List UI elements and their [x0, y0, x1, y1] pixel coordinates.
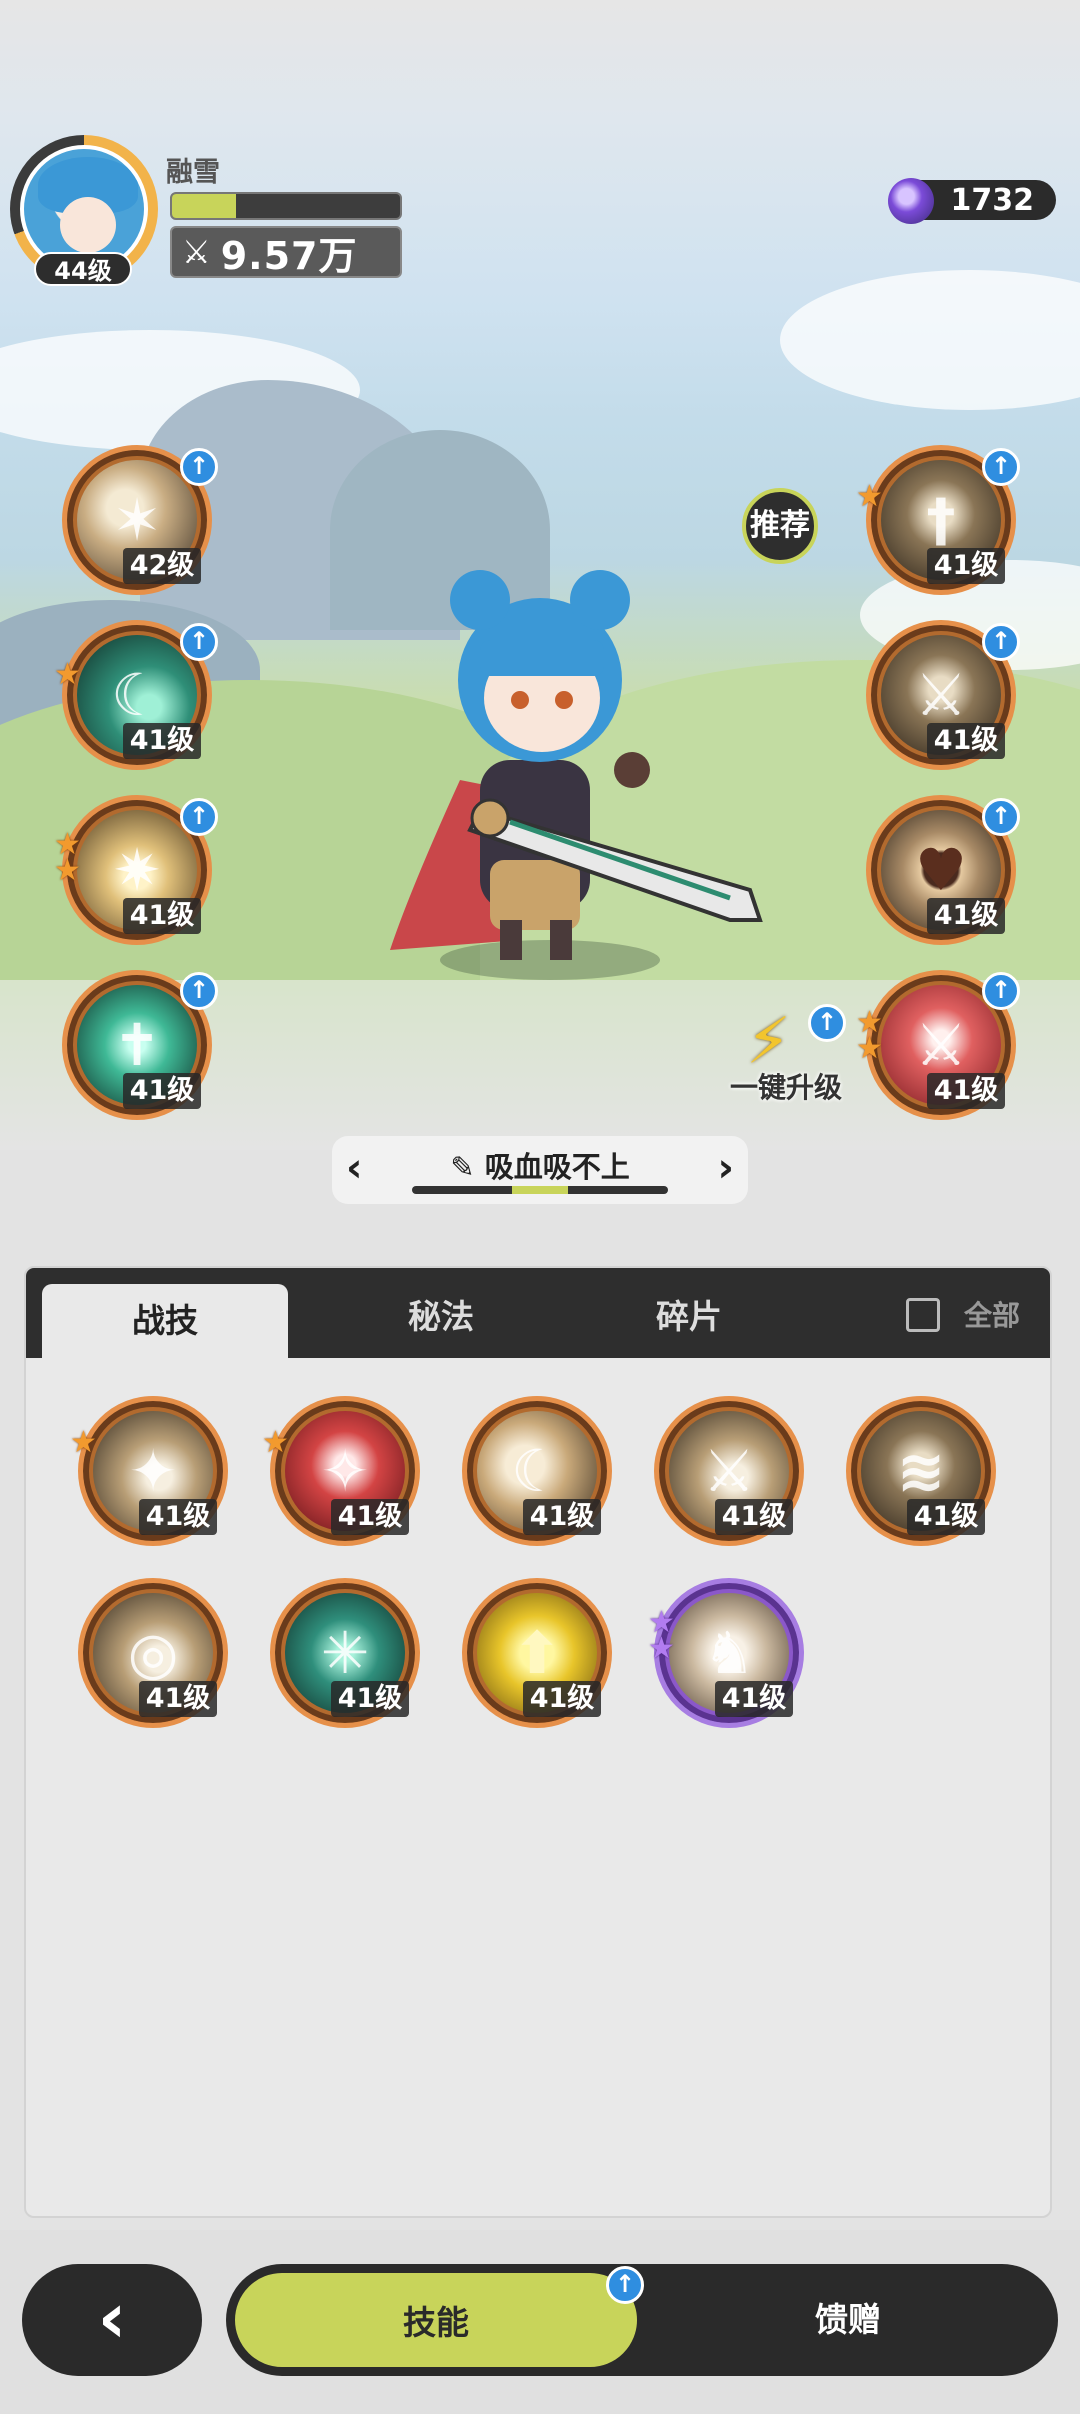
player-name: 融雪 [166, 157, 220, 188]
chevron-right-icon[interactable]: › [718, 1144, 734, 1192]
star-icon: ★ [54, 657, 81, 692]
show-all-checkbox[interactable] [906, 1298, 940, 1332]
skill-tab-bar: 战技 秘法 碎片 全部 [26, 1268, 1050, 1358]
owned-skill-9[interactable]: ♞ 41级 [654, 1578, 804, 1728]
xp-bar [170, 192, 402, 220]
owned-skill-5[interactable]: ≋ 41级 [846, 1396, 996, 1546]
tab-secret-arts[interactable]: 秘法 [318, 1268, 564, 1358]
skill-level: 41级 [123, 898, 201, 934]
skill-inventory-panel: 战技 秘法 碎片 全部 ✦ 41级 ★ ✧ 41级 ★ ☾ 41级 ⚔ 41级 … [24, 1266, 1052, 2218]
upgrade-arrow-icon: ↑ [180, 623, 218, 661]
tab-fragments[interactable]: 碎片 [566, 1268, 812, 1358]
star-icon: ★ [856, 1031, 883, 1066]
owned-skill-2[interactable]: ✧ 41级 [270, 1396, 420, 1546]
show-all-label: 全部 [964, 1299, 1021, 1332]
skill-level: 41级 [927, 1073, 1005, 1109]
skill-level: 41级 [927, 548, 1005, 584]
upgrade-arrow-icon: ↑ [606, 2266, 644, 2304]
star-icon: ★ [648, 1631, 675, 1666]
preset-selector: ‹ ✎ 吸血吸不上 › [332, 1136, 748, 1204]
upgrade-arrow-icon: ↑ [808, 1004, 846, 1042]
upgrade-arrow-icon: ↑ [180, 972, 218, 1010]
upgrade-arrow-icon: ↑ [982, 798, 1020, 836]
skill-level: 41级 [523, 1499, 601, 1535]
skill-level: 41级 [123, 723, 201, 759]
one-click-upgrade-button[interactable]: ⚡ ↑ 一键升级 [716, 1004, 856, 1104]
nav-tab-gift[interactable]: 馈赠 [644, 2270, 1052, 2370]
skill-level: 41级 [139, 1499, 217, 1535]
upgrade-arrow-icon: ↑ [180, 798, 218, 836]
edit-pencil-icon: ✎ [450, 1150, 485, 1184]
preset-name[interactable]: ✎ 吸血吸不上 [412, 1144, 668, 1186]
lightning-icon: ⚡ [746, 1005, 791, 1079]
owned-skill-8[interactable]: ⬆ 41级 [462, 1578, 612, 1728]
currency-amount: 1732 [950, 182, 1035, 218]
hero-character [390, 570, 763, 960]
back-button[interactable]: ‹ [22, 2264, 202, 2376]
one-click-upgrade-label: 一键升级 [729, 1071, 842, 1104]
purple-gem-icon [888, 178, 934, 224]
star-icon: ★ [262, 1425, 289, 1460]
chevron-left-icon[interactable]: ‹ [346, 1144, 362, 1192]
skill-level: 41级 [715, 1681, 793, 1717]
back-arrow-icon: ‹ [97, 2277, 127, 2359]
skill-level: 41级 [927, 723, 1005, 759]
skill-level: 41级 [715, 1499, 793, 1535]
skill-level: 41级 [123, 1073, 201, 1109]
upgrade-arrow-icon: ↑ [982, 972, 1020, 1010]
preset-name-text: 吸血吸不上 [484, 1150, 630, 1184]
skill-level: 42级 [123, 548, 201, 584]
skill-level: 41级 [523, 1681, 601, 1717]
recommend-button[interactable]: 推荐 [742, 488, 818, 564]
skill-level: 41级 [907, 1499, 985, 1535]
owned-skill-4[interactable]: ⚔ 41级 [654, 1396, 804, 1546]
preset-indicator [412, 1186, 668, 1194]
skill-level: 41级 [331, 1499, 409, 1535]
star-icon: ★ [54, 853, 81, 888]
skill-level: 41级 [927, 898, 1005, 934]
nav-tab-skills[interactable]: 技能 [232, 2270, 640, 2370]
star-icon: ★ [856, 479, 883, 514]
skill-level: 41级 [331, 1681, 409, 1717]
skill-level: 41级 [139, 1681, 217, 1717]
upgrade-arrow-icon: ↑ [180, 448, 218, 486]
player-level-badge: 44级 [34, 252, 132, 286]
owned-skill-6[interactable]: ◎ 41级 [78, 1578, 228, 1728]
owned-skill-1[interactable]: ✦ 41级 [78, 1396, 228, 1546]
upgrade-arrow-icon: ↑ [982, 448, 1020, 486]
crossed-swords-icon: ⚔ [182, 233, 211, 271]
owned-skill-7[interactable]: ✳ 41级 [270, 1578, 420, 1728]
star-icon: ★ [70, 1425, 97, 1460]
tab-combat-skills[interactable]: 战技 [42, 1284, 288, 1358]
combat-power: ⚔ 9.57万 [170, 226, 402, 278]
combat-power-value: 9.57万 [220, 233, 358, 278]
upgrade-arrow-icon: ↑ [982, 623, 1020, 661]
owned-skill-3[interactable]: ☾ 41级 [462, 1396, 612, 1546]
